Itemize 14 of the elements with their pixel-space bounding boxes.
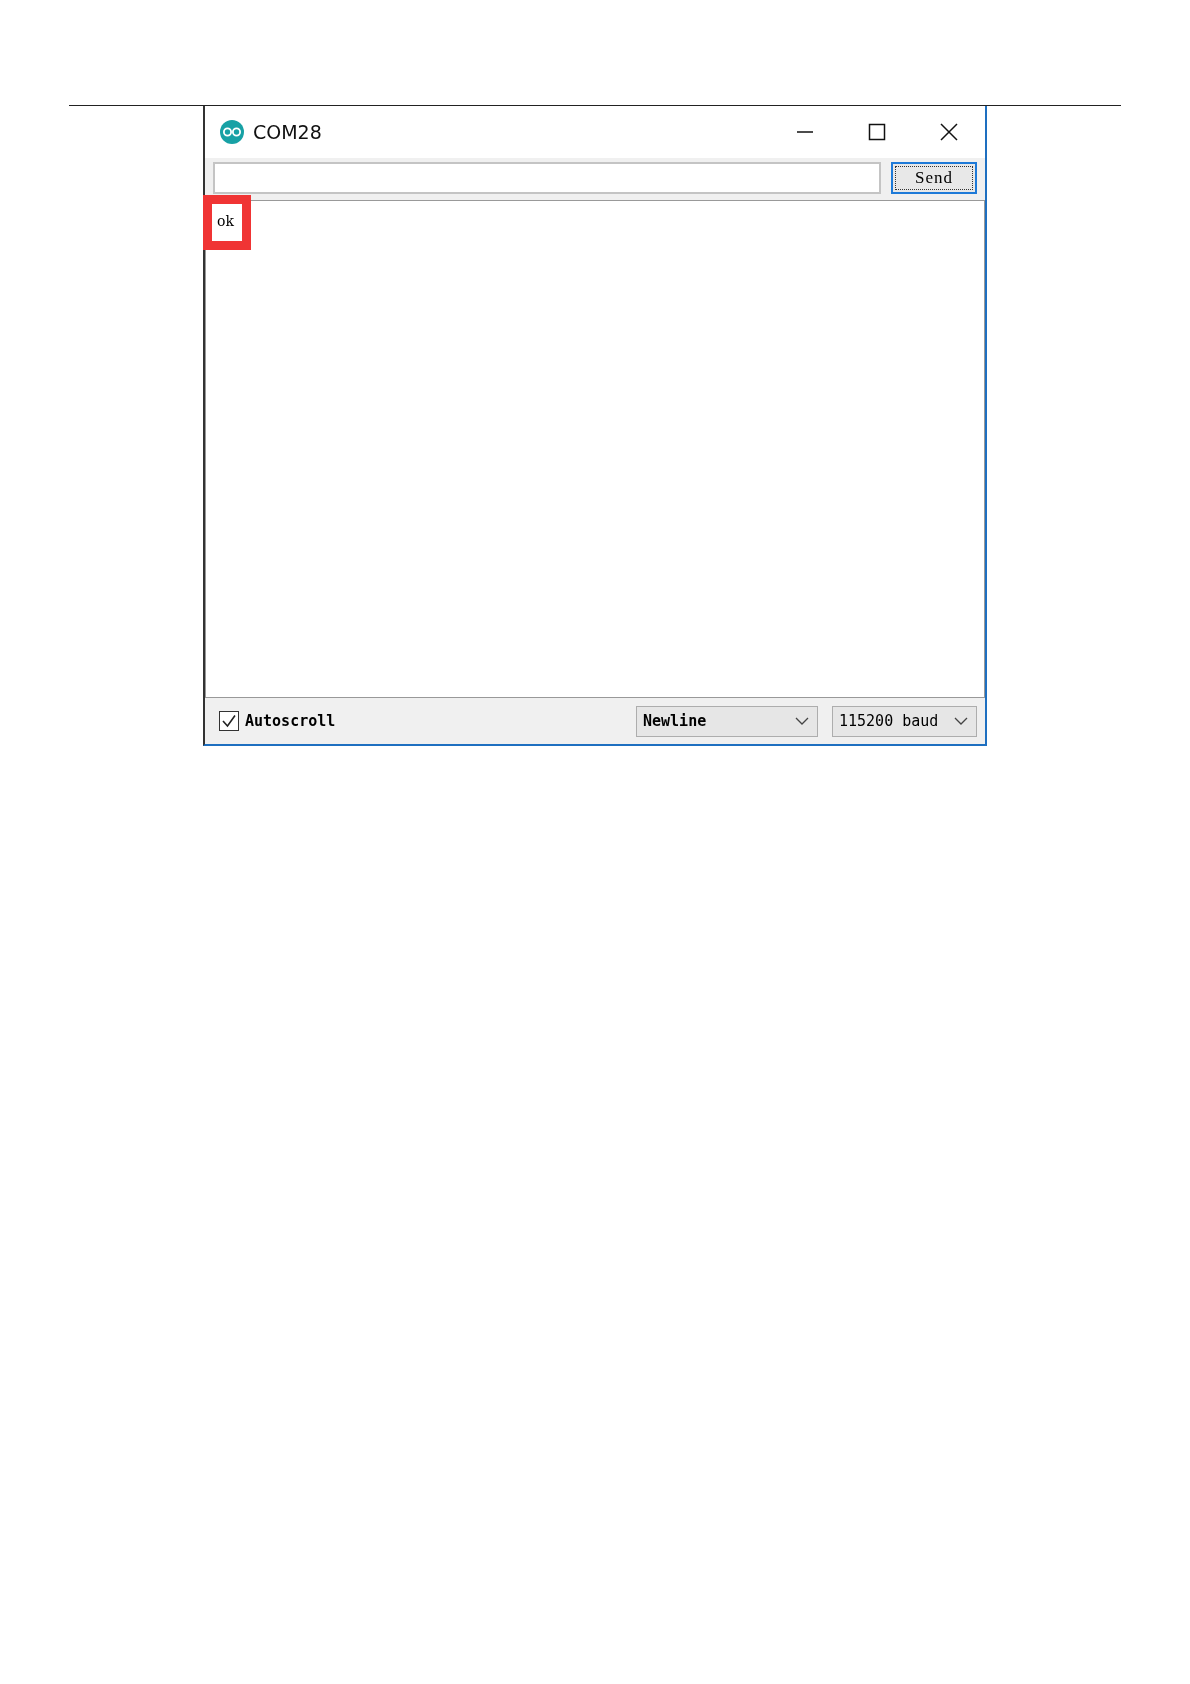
minimize-icon xyxy=(796,131,814,133)
window-title: COM28 xyxy=(253,121,322,143)
input-field[interactable] xyxy=(213,162,881,194)
output-line: ok xyxy=(216,212,234,229)
chevron-down-icon xyxy=(954,717,968,725)
line-ending-dropdown[interactable]: Newline xyxy=(636,705,818,737)
baud-rate-dropdown[interactable]: 115200 baud xyxy=(832,705,977,737)
autoscroll-checkbox[interactable] xyxy=(219,711,239,731)
app-logo-icon xyxy=(219,119,245,145)
maximize-icon xyxy=(868,123,886,141)
send-button[interactable]: Send xyxy=(891,162,977,194)
autoscroll-label: Autoscroll xyxy=(245,712,336,730)
chevron-down-icon xyxy=(795,717,809,725)
close-icon xyxy=(940,123,958,141)
